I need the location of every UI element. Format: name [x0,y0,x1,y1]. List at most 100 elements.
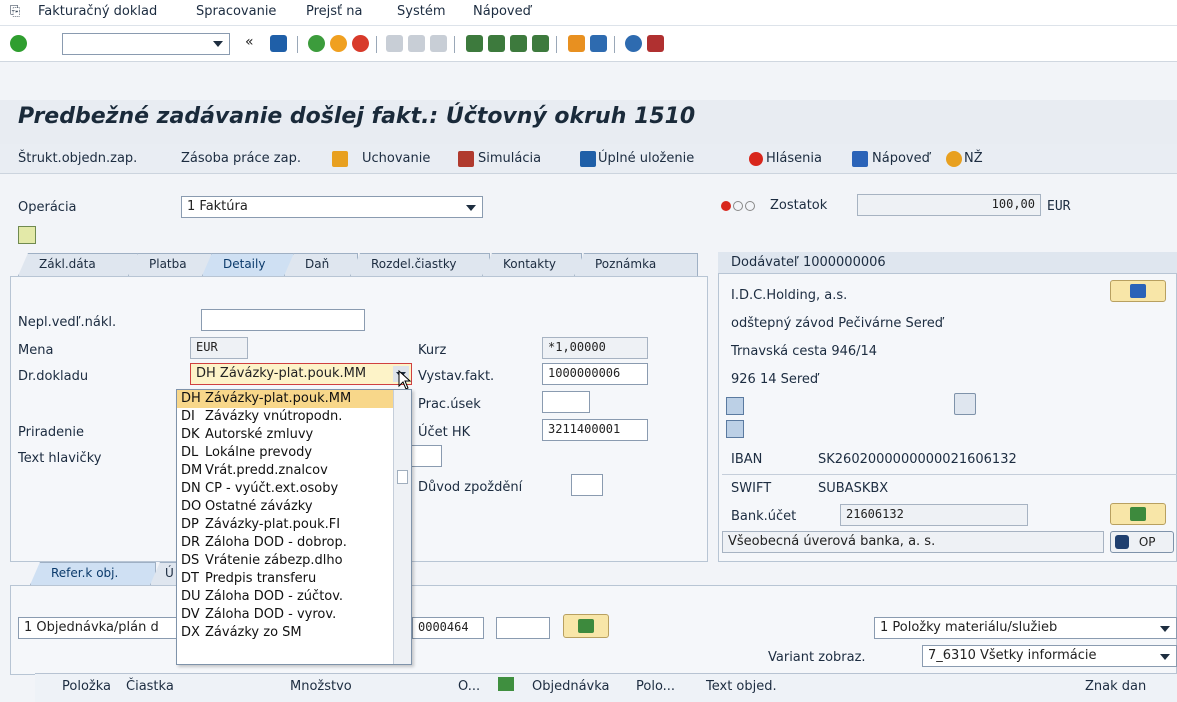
help-button[interactable]: Nápoveď [872,151,930,166]
messages-icon[interactable] [749,152,763,166]
find-icon[interactable] [408,35,425,52]
dropdown-option[interactable]: DO Ostatné závázky [177,498,411,516]
col-item[interactable]: Položka [62,679,111,694]
dropdown-option[interactable]: DM Vrát.predd.znalcov [177,462,411,480]
dropdown-option[interactable]: DS Vrátenie zábezp.dlho [177,552,411,570]
gl-account-field[interactable]: 3211400001 [542,419,648,441]
delay-reason-field[interactable] [571,474,603,496]
cancel-icon[interactable] [352,35,369,52]
worklist-button[interactable]: Zásoba práce zap. [181,151,301,166]
first-page-icon[interactable] [466,35,483,52]
command-field[interactable] [62,33,230,55]
expand-header-icon[interactable] [18,226,36,244]
vendor-change-button[interactable] [1110,280,1166,302]
save-complete-icon[interactable] [580,151,596,167]
menu-item-goto[interactable]: Prejsť na [306,4,363,19]
simulate-icon[interactable] [458,151,474,167]
col-o[interactable]: O... [458,679,480,694]
menu-item-system[interactable]: Systém [397,4,445,19]
po-item-field[interactable] [496,617,550,639]
items-type-select[interactable]: 1 Položky materiálu/služieb [874,617,1177,639]
menu-item-help[interactable]: Nápoveď [473,4,531,19]
vendor-display-icon[interactable] [954,393,976,415]
bank-account-button[interactable] [1110,503,1166,525]
col-po-text[interactable]: Text objed. [706,679,777,694]
struct-po-button[interactable]: Štrukt.objedn.zap. [18,151,137,166]
rate-field[interactable]: *1,00000 [542,337,648,359]
scrollbar-thumb[interactable] [397,470,408,484]
variant-select[interactable]: 7_6310 Všetky informácie [922,645,1177,667]
dropdown-option[interactable]: DL Lokálne prevody [177,444,411,462]
dropdown-scrollbar[interactable] [393,390,411,664]
doc-type-dropdown-list[interactable]: DH Závázky-plat.pouk.MM DI Závázky vnútropo… [176,389,412,665]
dropdown-option[interactable]: DP Závázky-plat.pouk.FI [177,516,411,534]
save-icon[interactable] [270,35,287,52]
doc-type-select[interactable]: DH Závázky-plat.pouk.MM [190,363,412,385]
balance-status-yellow-icon [733,201,743,211]
shortcut-icon[interactable] [590,35,607,52]
transfer-po-button[interactable] [563,614,609,638]
vendor-calc-icon[interactable] [726,420,744,438]
enter-check-icon[interactable] [10,35,27,52]
tree-icon[interactable] [332,151,348,167]
col-order[interactable]: Objednávka [532,679,610,694]
menu-item-invoice-doc[interactable]: Fakturačný doklad [38,4,157,19]
filter-icon[interactable] [498,677,514,691]
dropdown-option[interactable]: DV Záloha DOD - vyrov. [177,606,411,624]
business-area-field[interactable] [542,391,590,413]
menu-exit-icon[interactable]: ⎘ [10,4,20,19]
save-complete-button[interactable]: Úplné uloženie [598,151,694,166]
dropdown-option[interactable]: DT Predpis transferu [177,570,411,588]
header-text-input[interactable] [410,445,442,467]
bank-account-field[interactable]: 21606132 [840,504,1028,526]
messages-button[interactable]: Hlásenia [766,151,822,166]
dropdown-option[interactable]: DX Závázky zo SM [177,624,411,642]
op-button[interactable]: OP [1110,531,1174,553]
simulate-button[interactable]: Simulácia [478,151,541,166]
exit-icon[interactable] [330,35,347,52]
option-code: DK [181,427,200,442]
assignment-label: Priradenie [18,425,84,440]
dropdown-option[interactable]: DK Autorské zmluvy [177,426,411,444]
last-page-icon[interactable] [532,35,549,52]
print-icon[interactable] [386,35,403,52]
tab-ref-to-po[interactable]: Refer.k obj. [30,562,156,585]
dropdown-option[interactable]: DU Záloha DOD - zúčtov. [177,588,411,606]
help-icon[interactable] [625,35,642,52]
tab-payment[interactable]: Platba [128,253,212,276]
tab-contacts[interactable]: Kontakty [482,253,582,276]
dropdown-option[interactable]: DH Závázky-plat.pouk.MM [177,390,411,408]
dropdown-option[interactable]: DN CP - vyúčt.ext.osoby [177,480,411,498]
unplanned-costs-input[interactable] [201,309,365,331]
hold-button[interactable]: Uchovanie [362,151,430,166]
option-text: Predpis transferu [205,571,317,586]
menu-item-edit[interactable]: Spracovanie [196,4,276,19]
dropdown-option[interactable]: DI Závázky vnútropodn. [177,408,411,426]
nz-button[interactable]: NŽ [964,151,983,166]
col-quantity[interactable]: Množstvo [290,679,352,694]
dropdown-option[interactable]: DR Záloha DOD - dobrop. [177,534,411,552]
currency-field[interactable]: EUR [190,337,248,359]
vendor-master-icon[interactable] [726,397,744,415]
operation-select[interactable]: 1 Faktúra [181,196,483,218]
customize-layout-icon[interactable] [647,35,664,52]
tab-amount-split[interactable]: Rozdel.čiastky [350,253,490,276]
history-back-icon[interactable]: « [245,34,254,50]
prev-page-icon[interactable] [488,35,505,52]
find-next-icon[interactable] [430,35,447,52]
tab-basic-data[interactable]: Zákl.dáta [18,253,138,276]
tab-note[interactable]: Poznámka [574,253,698,276]
issuer-field[interactable]: 1000000006 [542,363,648,385]
tab-details[interactable]: Detaily [202,253,294,276]
back-icon[interactable] [308,35,325,52]
tab-tax[interactable]: Daň [284,253,358,276]
col-tax-code[interactable]: Znak dan [1085,679,1146,694]
next-page-icon[interactable] [510,35,527,52]
po-number-field[interactable]: 0000464 [412,617,484,639]
ref-type-select[interactable]: 1 Objednávka/plán d [18,617,178,639]
col-amount[interactable]: Čiastka [126,679,174,694]
coins-icon[interactable] [946,151,962,167]
col-po-item[interactable]: Polo... [636,679,675,694]
info-icon[interactable] [852,151,868,167]
new-session-icon[interactable] [568,35,585,52]
